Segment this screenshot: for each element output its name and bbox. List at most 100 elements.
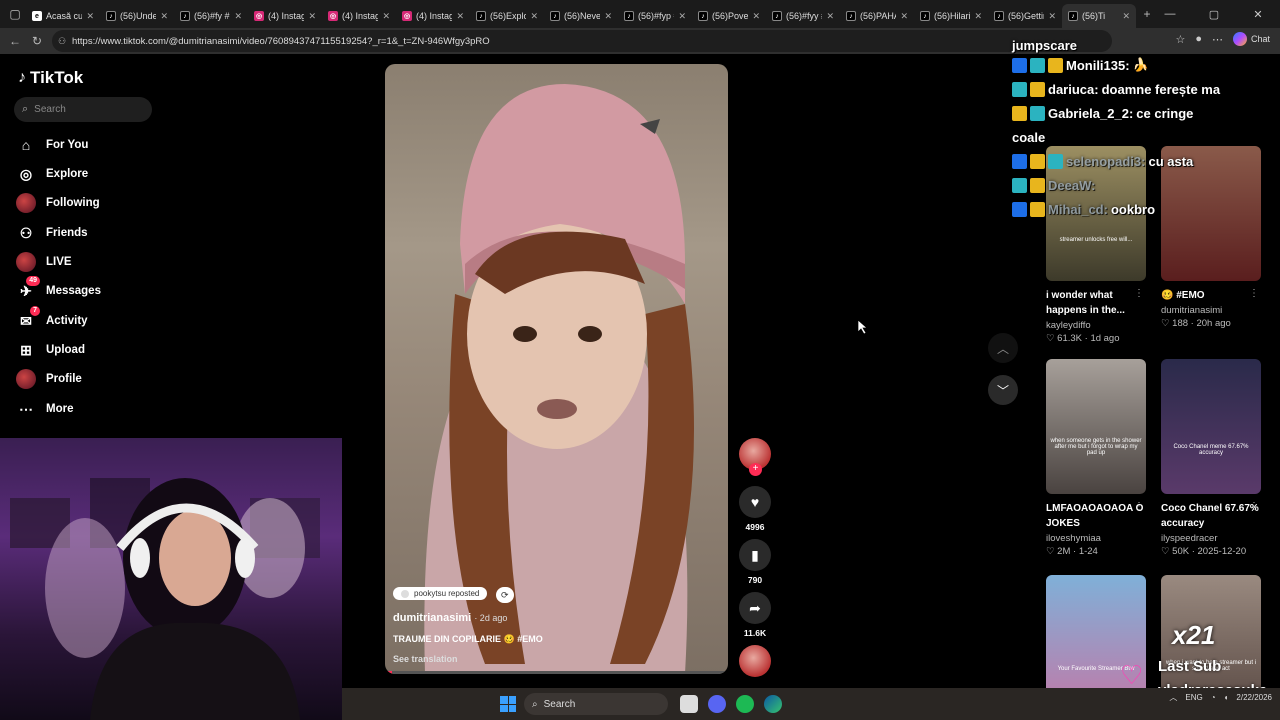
more-options-icon[interactable]: ⋮ xyxy=(1134,288,1144,299)
tab-actions-icon[interactable]: ▢ xyxy=(4,3,26,25)
browser-tab[interactable]: ♪ (56)#fyy # ✕ xyxy=(766,4,840,28)
close-tab-icon[interactable]: ✕ xyxy=(604,11,612,22)
author-avatar[interactable]: + xyxy=(739,438,771,476)
close-tab-icon[interactable]: ✕ xyxy=(826,11,834,22)
follow-plus-icon[interactable]: + xyxy=(749,463,762,476)
card-username[interactable]: dumitrianasimi xyxy=(1161,305,1263,316)
minimize-button[interactable]: — xyxy=(1148,0,1192,28)
back-button[interactable]: ← xyxy=(4,30,26,52)
browser-tab[interactable]: ♪ (56)#fy # ✕ xyxy=(174,4,248,28)
sidebar-item-more[interactable]: ⋯ More xyxy=(16,398,73,420)
sidebar-item-profile[interactable]: Profile xyxy=(16,368,82,390)
chat-badge-icon xyxy=(1012,57,1027,73)
card-title[interactable]: i wonder what happens in the... xyxy=(1046,288,1148,318)
share-button[interactable]: ➦ xyxy=(739,592,771,624)
edge-icon[interactable] xyxy=(764,695,782,713)
see-translation-link[interactable]: See translation xyxy=(393,654,713,664)
close-tab-icon[interactable]: ✕ xyxy=(752,11,760,22)
search-placeholder: Search xyxy=(34,104,66,115)
language-indicator[interactable]: ENG xyxy=(1185,693,1202,702)
browser-tab[interactable]: e Acasă cu ✕ xyxy=(26,4,100,28)
windows-start-icon[interactable] xyxy=(500,696,516,712)
close-tab-icon[interactable]: ✕ xyxy=(308,11,316,22)
progress-track[interactable] xyxy=(385,671,728,674)
recommended-video-card[interactable]: when someone gets in the shower after me… xyxy=(1046,359,1148,557)
browser-tab[interactable]: ♪ (56)Povest✕ xyxy=(692,4,766,28)
bookmark-icon: ▮ xyxy=(751,546,759,563)
spotify-icon[interactable] xyxy=(736,695,754,713)
repost-icon[interactable]: ⟳ xyxy=(495,587,514,603)
previous-video-button[interactable]: ︿ xyxy=(988,333,1018,363)
tiktok-logo[interactable]: ♪ TikTok xyxy=(18,68,83,88)
sidebar-item-friends[interactable]: ⚇ Friends xyxy=(16,222,88,244)
tray-chevron-icon[interactable]: ︿ xyxy=(1169,692,1177,703)
browser-tab[interactable]: ♪ (56)Never ✕ xyxy=(544,4,618,28)
maximize-button[interactable]: ▢ xyxy=(1192,0,1236,28)
close-tab-icon[interactable]: ✕ xyxy=(530,11,538,22)
file-explorer-icon[interactable] xyxy=(680,695,698,713)
card-title[interactable]: 🥴 #EMO xyxy=(1161,288,1263,303)
chat-badge-icon xyxy=(1030,105,1045,121)
browser-tab[interactable]: ♪ (56)Ti ✕ xyxy=(1062,4,1136,28)
video-author[interactable]: dumitrianasimi · 2d ago xyxy=(393,612,713,624)
save-button[interactable]: ▮ xyxy=(739,539,771,571)
close-tab-icon[interactable]: ✕ xyxy=(234,11,242,22)
refresh-button[interactable]: ↻ xyxy=(26,30,48,52)
browser-tab[interactable]: ♪ (56)#fyp # ✕ xyxy=(618,4,692,28)
wifi-icon[interactable]: ◔ xyxy=(1211,693,1216,702)
card-username[interactable]: iloveshymiaa xyxy=(1046,533,1148,544)
more-options-icon[interactable]: ⋮ xyxy=(1249,501,1259,512)
card-username[interactable]: kayleydiffo xyxy=(1046,320,1148,331)
close-tab-icon[interactable]: ✕ xyxy=(678,11,686,22)
sidebar-item-explore[interactable]: ◎ Explore xyxy=(16,163,88,185)
taskbar-search[interactable]: ⌕ Search xyxy=(524,693,668,715)
close-window-button[interactable]: ✕ xyxy=(1236,0,1280,28)
url-field[interactable]: ⚇ https://www.tiktok.com/@dumitrianasimi… xyxy=(52,30,1112,52)
card-title[interactable]: Coco Chanel 67.67% accuracy xyxy=(1161,501,1263,531)
close-tab-icon[interactable]: ✕ xyxy=(382,11,390,22)
like-button[interactable]: ♥ xyxy=(739,486,771,518)
browser-tab[interactable]: ♪ (56)Hilario ✕ xyxy=(914,4,988,28)
sidebar-item-messages[interactable]: ✈ 49 Messages xyxy=(16,276,101,302)
sidebar-item-activity[interactable]: ✉ 7 Activity xyxy=(16,306,88,332)
sound-avatar[interactable] xyxy=(739,645,771,677)
close-tab-icon[interactable]: ✕ xyxy=(86,11,94,22)
browser-tab[interactable]: ♪ (56)Gettin ✕ xyxy=(988,4,1062,28)
browser-tab[interactable]: ♪ (56)Explor✕ xyxy=(470,4,544,28)
search-input[interactable]: ⌕ Search xyxy=(14,97,152,122)
video-thumbnail[interactable]: when someone gets in the shower after me… xyxy=(1046,359,1146,494)
chat-badge-icon xyxy=(1030,201,1045,217)
sidebar-item-live[interactable]: LIVE xyxy=(16,251,72,273)
avatar-icon xyxy=(16,369,36,389)
tab-title: (56)#fyy # xyxy=(786,11,823,21)
recommended-video-card[interactable]: Coco Chanel meme 67.67% accuracy Coco Cha… xyxy=(1161,359,1263,557)
sidebar-item-following[interactable]: Following xyxy=(16,192,100,214)
video-thumbnail[interactable]: Coco Chanel meme 67.67% accuracy xyxy=(1161,359,1261,494)
notification-badge: 49 xyxy=(26,276,40,286)
repost-tag[interactable]: pookytsu reposted xyxy=(393,587,488,600)
more-options-icon[interactable]: ⋮ xyxy=(1134,501,1144,512)
close-tab-icon[interactable]: ✕ xyxy=(160,11,168,22)
close-tab-icon[interactable]: ✕ xyxy=(456,11,464,22)
browser-tab[interactable]: ◎ (4) Instagr✕ xyxy=(396,4,470,28)
card-title[interactable]: LMFAOAOAOAOA O JOKES xyxy=(1046,501,1148,531)
sidebar-item-for-you[interactable]: ⌂ For You xyxy=(16,134,89,156)
video-player[interactable]: pookytsu reposted ⟳ dumitrianasimi · 2d … xyxy=(385,64,728,674)
browser-tab[interactable]: ◎ (4) Instagr✕ xyxy=(322,4,396,28)
volume-icon[interactable]: ◖ xyxy=(1224,693,1229,702)
discord-icon[interactable] xyxy=(708,695,726,713)
sidebar-item-upload[interactable]: ⊞ Upload xyxy=(16,339,85,361)
close-tab-icon[interactable]: ✕ xyxy=(974,11,982,22)
more-options-icon[interactable]: ⋮ xyxy=(1249,288,1259,299)
browser-tab[interactable]: ♪ (56)PAHAR ✕ xyxy=(840,4,914,28)
browser-tab[interactable]: ♪ (56)Under✕ xyxy=(100,4,174,28)
next-video-button[interactable]: ﹀ xyxy=(988,375,1018,405)
action-rail: + ♥ 4996 ▮ 790 ➦ 11.6K xyxy=(737,438,773,677)
close-tab-icon[interactable]: ✕ xyxy=(900,11,908,22)
close-tab-icon[interactable]: ✕ xyxy=(1122,11,1130,22)
clock[interactable]: 2/22/2026 xyxy=(1236,692,1272,703)
card-username[interactable]: ilyspeedracer xyxy=(1161,533,1263,544)
close-tab-icon[interactable]: ✕ xyxy=(1048,11,1056,22)
browser-tab[interactable]: ◎ (4) Instagr✕ xyxy=(248,4,322,28)
site-info-icon[interactable]: ⚇ xyxy=(58,36,66,47)
